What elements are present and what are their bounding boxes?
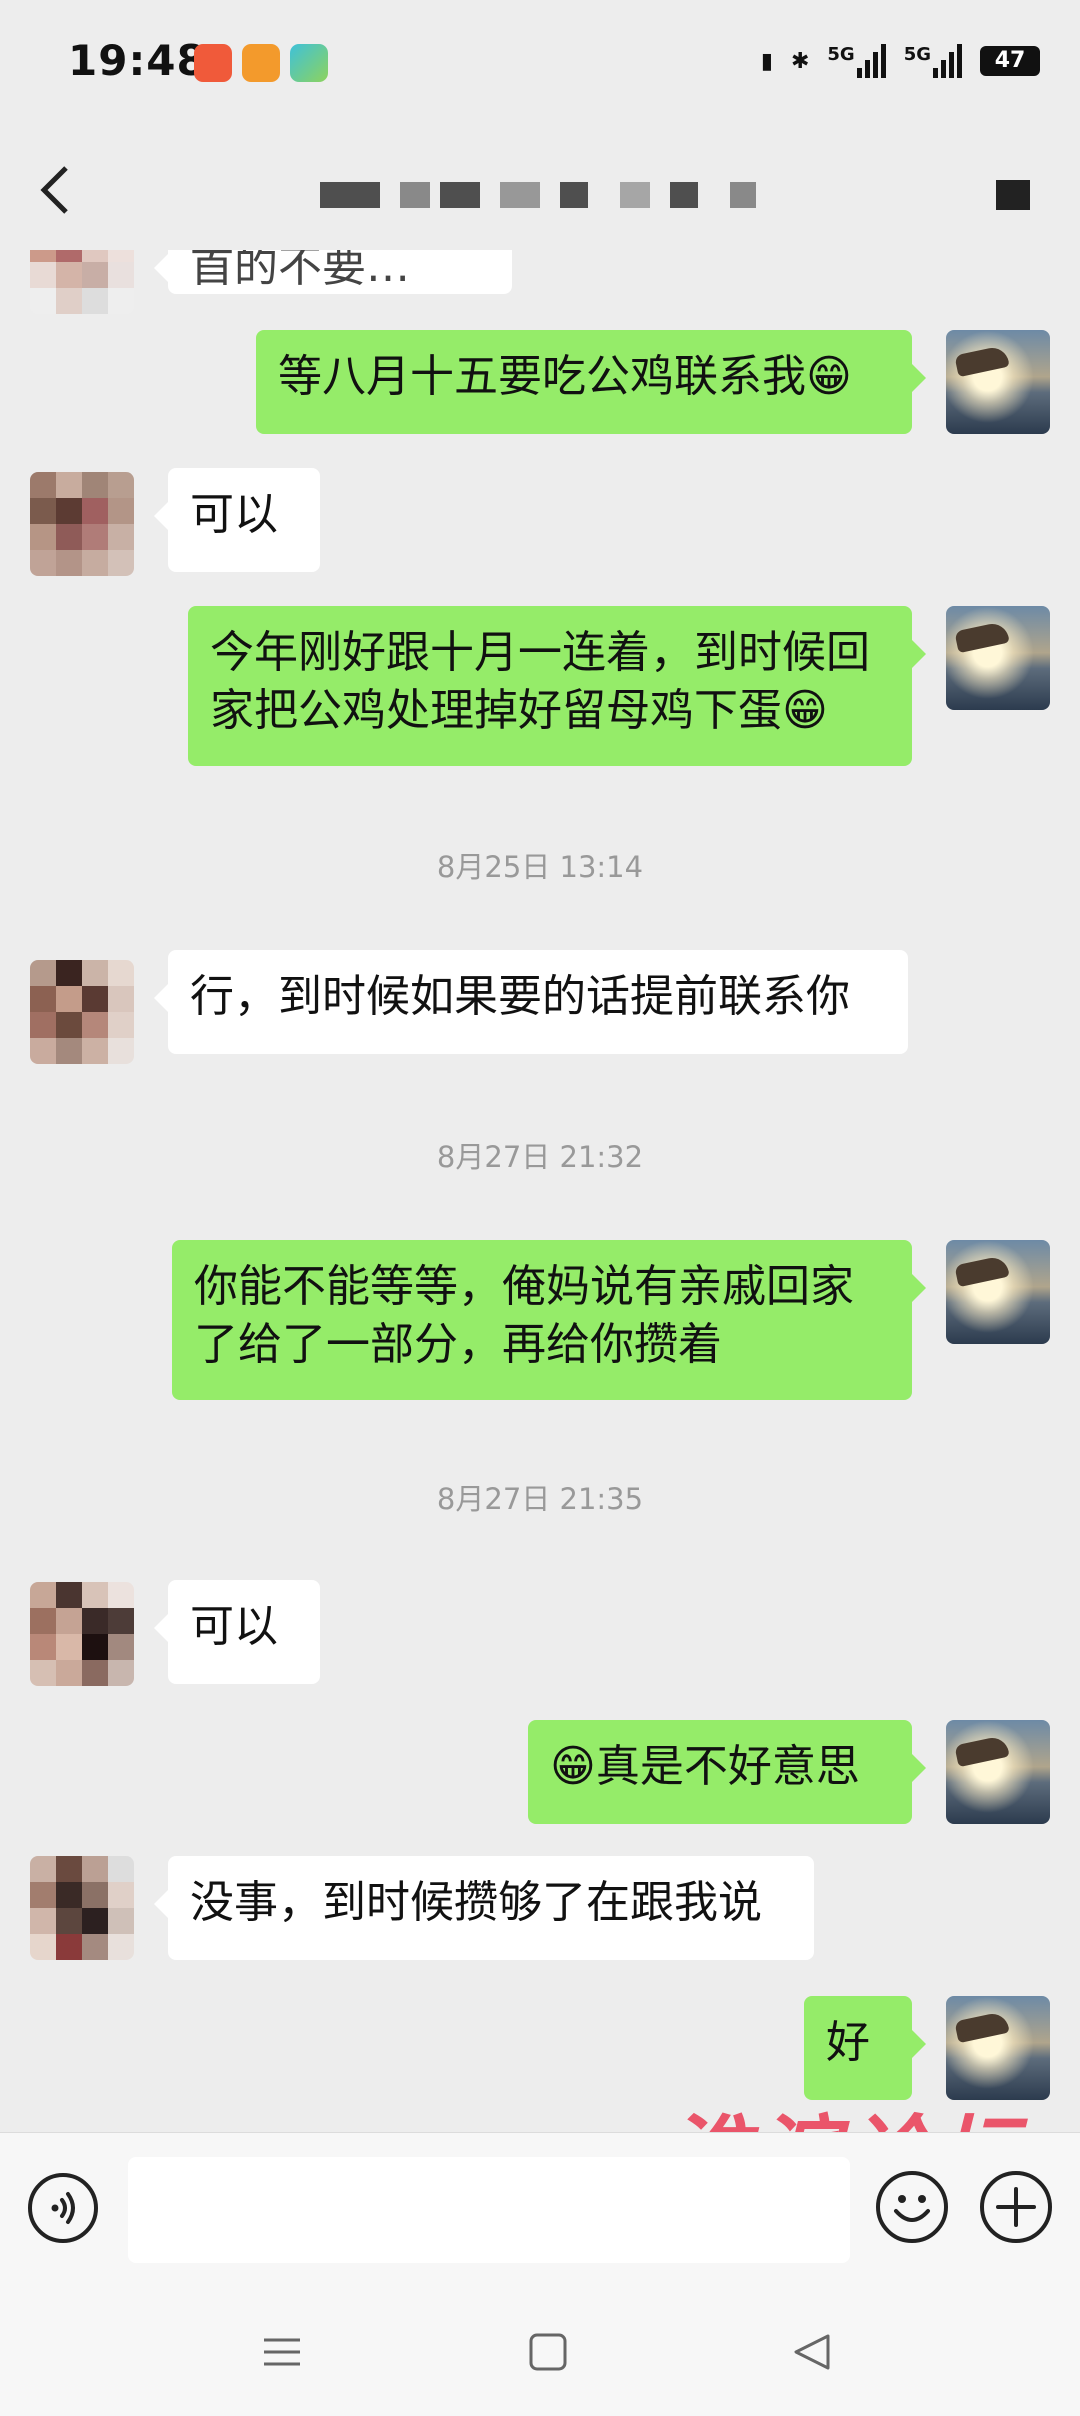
app-notification-icon	[194, 44, 232, 82]
system-nav-bar	[0, 2282, 1080, 2416]
contact-avatar[interactable]	[30, 1856, 134, 1960]
message-bubble-outgoing[interactable]: 等八月十五要吃公鸡联系我😁	[256, 330, 926, 434]
more-button[interactable]	[996, 180, 1030, 210]
signal-bars-icon	[856, 44, 886, 78]
bluetooth-icon: ✱	[790, 48, 810, 74]
input-bar	[0, 2132, 1080, 2283]
contact-avatar[interactable]	[30, 960, 134, 1064]
contact-avatar[interactable]	[30, 472, 134, 576]
chat-message-list[interactable]: 首的不要… 等八月十五要吃公鸡联系我😁 可以 今年刚好跟十月一连着，到时候回家把…	[0, 250, 1080, 2130]
message-bubble-outgoing[interactable]: 你能不能等等，俺妈说有亲戚回家了给了一部分，再给你攒着	[172, 1240, 926, 1400]
status-bar: 19:48 ▮ ✱ 5G 5G 47	[0, 0, 1080, 130]
smiley-icon	[894, 2195, 930, 2222]
message-bubble-incoming[interactable]: 可以	[154, 1580, 320, 1684]
status-time: 19:48	[68, 36, 207, 85]
signal-2: 5G	[904, 44, 962, 78]
message-bubble-incoming[interactable]: 可以	[154, 468, 320, 572]
contact-avatar[interactable]	[30, 250, 134, 314]
back-button[interactable]	[36, 160, 76, 220]
message-bubble-incoming[interactable]: 行，到时候如果要的话提前联系你	[154, 950, 908, 1054]
network-type-2: 5G	[903, 44, 931, 65]
plus-button[interactable]	[980, 2171, 1052, 2243]
signal-1: 5G	[827, 44, 886, 78]
contact-avatar[interactable]	[30, 1582, 134, 1686]
back-nav-icon[interactable]	[792, 2332, 832, 2372]
voice-button[interactable]	[28, 2173, 98, 2243]
emoji-button[interactable]	[876, 2171, 948, 2243]
wifi-app-notification-icon	[290, 44, 328, 82]
status-indicators: ▮ ✱ 5G 5G 47	[761, 44, 1040, 78]
self-avatar[interactable]	[946, 1240, 1050, 1344]
message-bubble-incoming[interactable]: 没事，到时候攒够了在跟我说	[154, 1856, 814, 1960]
timestamp: 8月25日 13:14	[436, 850, 644, 884]
signal-bars-icon	[933, 44, 962, 78]
message-bubble-incoming[interactable]: 首的不要…	[154, 250, 512, 294]
menu-nav-icon[interactable]	[262, 2332, 302, 2372]
timestamp: 8月27日 21:32	[436, 1140, 644, 1174]
message-bubble-outgoing[interactable]: 😁真是不好意思	[528, 1720, 926, 1824]
plus-icon	[996, 2187, 1036, 2227]
message-bubble-outgoing[interactable]: 今年刚好跟十月一连着，到时候回家把公鸡处理掉好留母鸡下蛋😁	[188, 606, 926, 766]
self-avatar[interactable]	[946, 330, 1050, 434]
vibrate-icon: ▮	[760, 48, 773, 74]
self-avatar[interactable]	[946, 1996, 1050, 2100]
wallet-notification-icon	[242, 44, 280, 82]
self-avatar[interactable]	[946, 1720, 1050, 1824]
chevron-left-icon	[40, 166, 68, 214]
voice-icon	[51, 2192, 75, 2224]
chat-header	[0, 130, 1080, 250]
network-type-1: 5G	[827, 44, 855, 65]
message-input[interactable]	[128, 2157, 850, 2263]
message-bubble-outgoing[interactable]: 好	[804, 1996, 926, 2100]
self-avatar[interactable]	[946, 606, 1050, 710]
timestamp: 8月27日 21:35	[436, 1482, 644, 1516]
battery-indicator: 47	[980, 46, 1040, 76]
home-nav-icon[interactable]	[528, 2332, 568, 2372]
